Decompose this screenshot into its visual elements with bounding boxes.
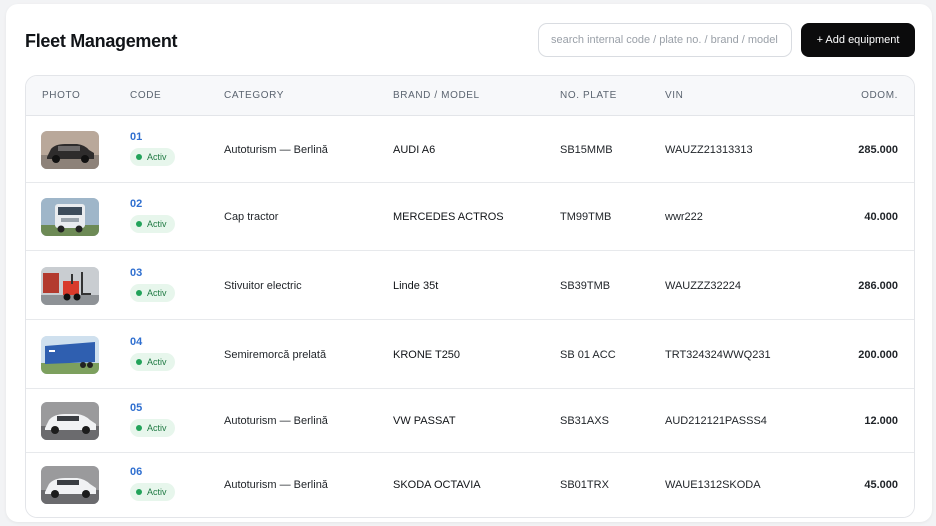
category-cell: Stivuitor electric (224, 279, 302, 292)
status-label: Activ (147, 487, 167, 497)
odometer-cell: 45.000 (864, 479, 898, 491)
column-header-brand-model[interactable]: BRAND / MODEL (393, 90, 480, 101)
equipment-code-link[interactable]: 04 (130, 336, 142, 348)
table-header: PHOTO CODE CATEGORY BRAND / MODEL NO. PL… (26, 76, 914, 116)
odometer-cell: 200.000 (858, 348, 898, 361)
vin-cell: AUD212121PASSS4 (665, 415, 767, 427)
category-cell: Autoturism — Berlină (224, 415, 328, 427)
status-dot-icon (136, 289, 142, 296)
table-row[interactable]: 03 Activ Stivuitor electric Linde 35t SB… (26, 251, 914, 320)
status-dot-icon (136, 153, 142, 160)
odometer-cell: 40.000 (864, 211, 898, 223)
status-dot-icon (136, 425, 142, 431)
odometer-cell: 286.000 (858, 279, 898, 292)
status-dot-icon (136, 358, 142, 365)
equipment-code-link[interactable]: 06 (130, 466, 142, 478)
table-row[interactable]: 01 Activ Autoturism — Berlină AUDI A6 SB… (26, 116, 914, 183)
odometer-cell: 285.000 (858, 143, 898, 156)
column-header-plate[interactable]: NO. PLATE (560, 90, 617, 101)
table-row[interactable]: 06 Activ Autoturism — Berlină SKODA OCTA… (26, 453, 914, 517)
add-equipment-button[interactable]: + Add equipment (801, 23, 915, 57)
brand-model-cell: KRONE T250 (393, 348, 461, 361)
category-cell: Semiremorcă prelată (224, 348, 327, 361)
search-input[interactable] (538, 23, 792, 57)
category-cell: Autoturism — Berlină (224, 479, 328, 491)
column-header-vin[interactable]: VIN (665, 90, 683, 101)
status-badge: Activ (130, 483, 175, 501)
category-cell: Cap tractor (224, 211, 279, 223)
brand-model-cell: SKODA OCTAVIA (393, 479, 481, 491)
plate-cell: SB01TRX (560, 479, 609, 491)
fleet-management-panel: Fleet Management + Add equipment PHOTO C… (6, 4, 932, 522)
plate-cell: SB 01 ACC (560, 348, 616, 361)
equipment-photo[interactable] (41, 130, 99, 169)
equipment-code-link[interactable]: 01 (130, 131, 142, 143)
table-row[interactable]: 04 Activ Semiremorcă prelată KRONE T250 … (26, 320, 914, 389)
plate-cell: SB31AXS (560, 415, 609, 427)
status-badge: Activ (130, 419, 175, 437)
category-cell: Autoturism — Berlină (224, 143, 328, 156)
status-label: Activ (147, 151, 167, 162)
vin-cell: WAUZZ21313313 (665, 143, 753, 156)
equipment-table: PHOTO CODE CATEGORY BRAND / MODEL NO. PL… (25, 75, 915, 518)
equipment-photo[interactable] (41, 198, 99, 236)
odometer-cell: 12.000 (864, 415, 898, 427)
column-header-category[interactable]: CATEGORY (224, 90, 284, 101)
equipment-photo[interactable] (41, 266, 99, 305)
status-label: Activ (147, 423, 167, 433)
equipment-photo[interactable] (41, 402, 99, 440)
table-row[interactable]: 05 Activ Autoturism — Berlină VW PASSAT … (26, 389, 914, 453)
status-label: Activ (147, 287, 167, 298)
status-dot-icon (136, 489, 142, 495)
column-header-code[interactable]: CODE (130, 90, 161, 101)
brand-model-cell: VW PASSAT (393, 415, 456, 427)
column-header-odometer[interactable]: ODOM. (861, 90, 898, 101)
equipment-photo[interactable] (41, 335, 99, 374)
vin-cell: WAUZZZ32224 (665, 279, 742, 292)
table-row[interactable]: 02 Activ Cap tractor MERCEDES ACTROS TM9… (26, 183, 914, 251)
brand-model-cell: MERCEDES ACTROS (393, 211, 504, 223)
status-dot-icon (136, 221, 142, 227)
status-badge: Activ (130, 283, 175, 302)
plate-cell: TM99TMB (560, 211, 612, 223)
status-label: Activ (147, 356, 167, 367)
vin-cell: WAUE1312SKODA (665, 479, 761, 491)
plate-cell: SB39TMB (560, 279, 611, 292)
vin-cell: wwr222 (665, 211, 703, 223)
brand-model-cell: AUDI A6 (393, 143, 436, 156)
equipment-code-link[interactable]: 03 (130, 267, 142, 279)
plate-cell: SB15MMB (560, 143, 613, 156)
equipment-code-link[interactable]: 02 (130, 198, 142, 210)
vin-cell: TRT324324WWQ231 (665, 348, 771, 361)
page-title: Fleet Management (25, 31, 178, 51)
brand-model-cell: Linde 35t (393, 279, 439, 292)
status-badge: Activ (130, 215, 175, 233)
status-badge: Activ (130, 147, 175, 166)
column-header-photo: PHOTO (42, 90, 81, 101)
status-label: Activ (147, 219, 167, 229)
status-badge: Activ (130, 352, 175, 371)
equipment-code-link[interactable]: 05 (130, 402, 142, 414)
equipment-photo[interactable] (41, 466, 99, 504)
